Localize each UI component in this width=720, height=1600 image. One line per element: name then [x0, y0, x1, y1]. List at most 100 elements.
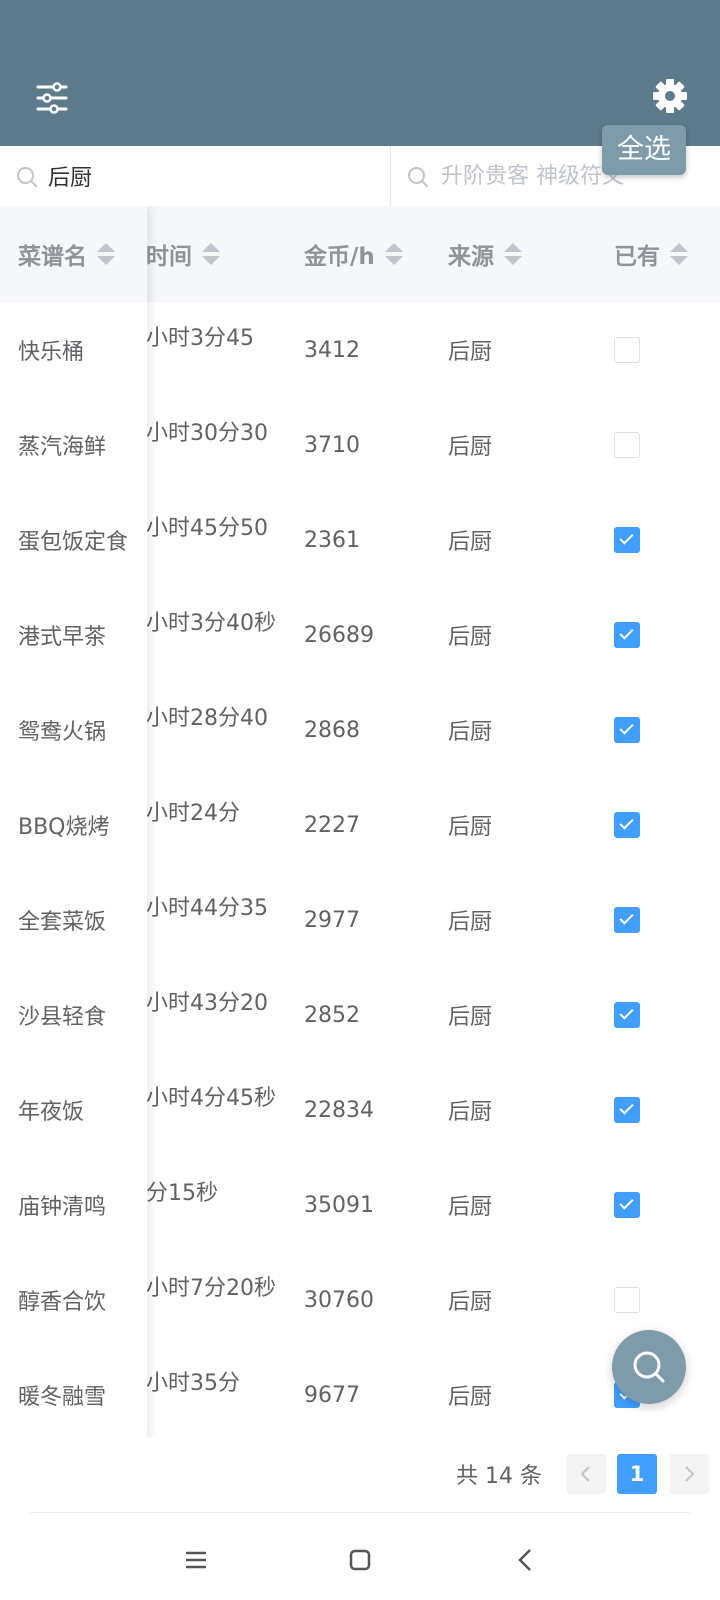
- owned-checkbox[interactable]: [614, 717, 640, 743]
- gold-cell: 3710: [304, 432, 360, 458]
- owned-checkbox[interactable]: [614, 1192, 640, 1218]
- table-row[interactable]: 分15秒 35091 后厨: [0, 1157, 720, 1254]
- time-cell: 小时24分: [146, 801, 240, 826]
- time-cell: 小时28分40: [146, 706, 268, 731]
- table-row[interactable]: 小时45分50 2361 后厨: [0, 492, 720, 589]
- gold-cell: 35091: [304, 1192, 374, 1218]
- next-page-button[interactable]: [669, 1454, 709, 1494]
- source-cell: 后厨: [448, 530, 493, 555]
- gold-cell: 9677: [304, 1382, 360, 1408]
- owned-cell: [614, 587, 704, 683]
- source-cell: 后厨: [448, 435, 493, 460]
- recipe-table: 时间 金币/h 来源 已有 小时3分45 3412 后厨 小时30分30 3710 后厨小…: [0, 206, 720, 1438]
- owned-cell: [614, 397, 704, 493]
- table-row[interactable]: 小时3分45 3412 后厨: [0, 302, 720, 399]
- time-cell: 小时4分45秒: [146, 1086, 276, 1111]
- table-row[interactable]: 小时44分35 2977 后厨: [0, 872, 720, 969]
- owned-checkbox[interactable]: [614, 432, 640, 458]
- owned-checkbox[interactable]: [614, 1002, 640, 1028]
- gold-cell: 26689: [304, 622, 374, 648]
- gold-cell: 22834: [304, 1097, 374, 1123]
- select-all-button[interactable]: 全选: [602, 125, 686, 175]
- table-row[interactable]: 小时28分40 2868 后厨: [0, 682, 720, 779]
- time-cell: 小时43分20: [146, 991, 268, 1016]
- column-header-source[interactable]: 来源: [448, 206, 588, 302]
- chevron-right-icon: [685, 1466, 695, 1482]
- menu-nav-button[interactable]: [180, 1544, 212, 1576]
- column-header-owned[interactable]: 已有: [614, 206, 704, 302]
- gold-cell: 30760: [304, 1287, 374, 1313]
- table-row[interactable]: 小时24分 2227 后厨: [0, 777, 720, 874]
- gold-cell: 2852: [304, 1002, 360, 1028]
- search-fab[interactable]: [612, 1330, 686, 1404]
- owned-checkbox[interactable]: [614, 1287, 640, 1313]
- owned-cell: [614, 682, 704, 778]
- page-button-current[interactable]: 1: [617, 1454, 657, 1494]
- source-cell: 后厨: [448, 1005, 493, 1030]
- table-row[interactable]: 小时43分20 2852 后厨: [0, 967, 720, 1064]
- table-row[interactable]: 小时3分40秒 26689 后厨: [0, 587, 720, 684]
- gear-icon: [653, 79, 687, 113]
- source-cell: 后厨: [448, 720, 493, 745]
- owned-cell: [614, 302, 704, 398]
- source-cell: 后厨: [448, 815, 493, 840]
- search-icon: [633, 1351, 665, 1383]
- owned-checkbox[interactable]: [614, 907, 640, 933]
- source-search-input[interactable]: [48, 156, 368, 196]
- search-icon: [17, 167, 37, 187]
- column-header-gold[interactable]: 金币/h: [304, 206, 434, 302]
- source-cell: 后厨: [448, 625, 493, 650]
- back-icon: [518, 1549, 531, 1571]
- gold-cell: 2227: [304, 812, 360, 838]
- owned-cell: [614, 872, 704, 968]
- owned-checkbox[interactable]: [614, 622, 640, 648]
- source-cell: 后厨: [448, 1100, 493, 1125]
- total-count: 共 14 条: [456, 1464, 542, 1489]
- column-header-time-label: 时间: [146, 244, 192, 270]
- time-cell: 小时35分: [146, 1371, 240, 1396]
- sort-icon[interactable]: [504, 243, 522, 265]
- sort-icon[interactable]: [670, 243, 688, 265]
- time-cell: 小时3分45: [146, 326, 254, 351]
- source-cell: 后厨: [448, 910, 493, 935]
- time-cell: 小时30分30: [146, 421, 268, 446]
- chevron-left-icon: [580, 1466, 590, 1482]
- time-cell: 小时7分20秒: [146, 1276, 276, 1301]
- system-nav-bar: [0, 1520, 720, 1600]
- home-icon: [349, 1549, 371, 1571]
- owned-checkbox[interactable]: [614, 337, 640, 363]
- column-header-time[interactable]: 时间: [146, 206, 296, 302]
- column-header-gold-label: 金币/h: [304, 244, 375, 270]
- gold-cell: 2977: [304, 907, 360, 933]
- source-cell: 后厨: [448, 1290, 493, 1315]
- owned-checkbox[interactable]: [614, 812, 640, 838]
- menu-icon: [186, 1551, 206, 1569]
- gold-cell: 3412: [304, 337, 360, 363]
- time-cell: 小时44分35: [146, 896, 268, 921]
- table-row[interactable]: 小时4分45秒 22834 后厨: [0, 1062, 720, 1159]
- gold-cell: 2868: [304, 717, 360, 743]
- prev-page-button[interactable]: [566, 1454, 606, 1494]
- sort-icon[interactable]: [384, 243, 403, 265]
- owned-cell: [614, 1157, 704, 1253]
- owned-cell: [614, 777, 704, 873]
- pagination: 共 14 条 1: [0, 1438, 720, 1514]
- divider: [30, 1512, 690, 1513]
- owned-checkbox[interactable]: [614, 527, 640, 553]
- column-header-source-label: 来源: [448, 244, 494, 270]
- owned-checkbox[interactable]: [614, 1097, 640, 1123]
- table-row[interactable]: 小时30分30 3710 后厨: [0, 397, 720, 494]
- owned-cell: [614, 967, 704, 1063]
- search-icon: [408, 167, 428, 187]
- column-header-owned-label: 已有: [614, 244, 660, 270]
- time-cell: 小时3分40秒: [146, 611, 276, 636]
- source-cell: 后厨: [448, 340, 493, 365]
- time-cell: 分15秒: [146, 1181, 218, 1206]
- back-nav-button[interactable]: [510, 1544, 542, 1576]
- sort-icon[interactable]: [202, 243, 220, 265]
- table-row[interactable]: 小时7分20秒 30760 后厨: [0, 1252, 720, 1349]
- settings-button[interactable]: [650, 76, 690, 116]
- filter-button[interactable]: [32, 78, 72, 118]
- owned-cell: [614, 492, 704, 588]
- home-nav-button[interactable]: [344, 1544, 376, 1576]
